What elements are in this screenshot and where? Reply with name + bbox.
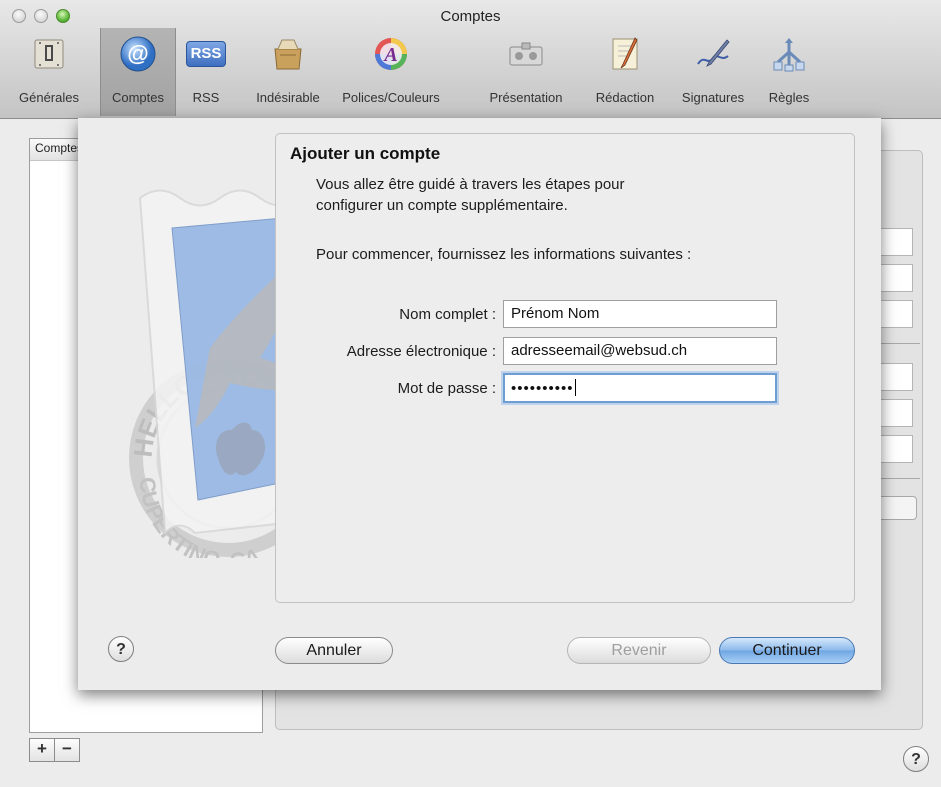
toolbar-item-composing[interactable]: Rédaction	[584, 28, 666, 116]
general-icon	[29, 34, 69, 74]
add-account-button[interactable]: +	[29, 738, 55, 762]
rss-badge: RSS	[186, 41, 226, 67]
rules-icon	[769, 34, 809, 74]
viewing-icon	[506, 34, 546, 74]
rss-icon: RSS	[186, 34, 226, 74]
continue-button[interactable]: Continuer	[719, 637, 855, 664]
dialog-title: Ajouter un compte	[290, 144, 441, 163]
full-name-field[interactable]: Prénom Nom	[503, 300, 777, 328]
composing-icon	[605, 34, 645, 74]
toolbar-label-rules: Règles	[768, 90, 810, 105]
at-icon: @	[118, 34, 158, 74]
email-label: Adresse électronique :	[346, 343, 496, 360]
toolbar-item-signatures[interactable]: Signatures	[672, 28, 754, 116]
password-field[interactable]: ••••••••••	[503, 373, 777, 403]
fonts-glyph: A	[382, 44, 397, 66]
toolbar-item-junk[interactable]: Indésirable	[240, 28, 336, 116]
toolbar-item-general[interactable]: Générales	[0, 28, 98, 116]
preferences-toolbar: Générales @ Comptes RSS RSS Indésirable …	[0, 28, 941, 116]
window-titlebar: Comptes Générales @ Comptes RSS RSS Indé…	[0, 0, 941, 119]
toolbar-item-viewing[interactable]: Présentation	[476, 28, 576, 116]
intro-text-line2: configurer un compte supplémentaire.	[316, 197, 568, 214]
dialog-help-button[interactable]: ?	[108, 636, 134, 662]
instruction-text: Pour commencer, fournissez les informati…	[316, 246, 692, 263]
text-cursor	[574, 379, 576, 396]
cancel-button[interactable]: Annuler	[275, 637, 393, 664]
window-title: Comptes	[440, 8, 501, 25]
toolbar-label-accounts: Comptes	[111, 90, 165, 105]
junk-mail-icon	[268, 34, 308, 74]
account-detail-popup[interactable]	[877, 496, 917, 520]
toolbar-label-viewing: Présentation	[489, 90, 563, 105]
toolbar-label-general: Générales	[19, 90, 79, 105]
back-button[interactable]: Revenir	[567, 637, 711, 664]
toolbar-item-rules[interactable]: Règles	[760, 28, 818, 116]
toolbar-item-accounts[interactable]: @ Comptes	[100, 28, 176, 116]
password-label: Mot de passe :	[397, 380, 496, 397]
toolbar-item-rss[interactable]: RSS RSS	[178, 28, 234, 116]
toolbar-label-signatures: Signatures	[681, 90, 745, 105]
toolbar-label-rss: RSS	[192, 90, 220, 105]
fonts-colors-icon: A	[371, 34, 411, 74]
toolbar-label-fonts-colors: Polices/Couleurs	[342, 90, 440, 105]
remove-account-button[interactable]: −	[55, 738, 80, 762]
toolbar-label-composing: Rédaction	[595, 90, 655, 105]
svg-text:@: @	[127, 41, 148, 66]
password-value: ••••••••••	[511, 380, 574, 397]
intro-text-line1: Vous allez être guidé à travers les étap…	[316, 176, 625, 193]
email-field[interactable]: adresseemail@websud.ch	[503, 337, 777, 365]
full-name-label: Nom complet :	[399, 306, 496, 323]
toolbar-item-fonts-colors[interactable]: A Polices/Couleurs	[338, 28, 444, 116]
add-remove-control: + −	[29, 738, 80, 762]
toolbar-label-junk: Indésirable	[256, 90, 320, 105]
signatures-icon	[693, 34, 733, 74]
help-button[interactable]: ?	[903, 746, 929, 772]
